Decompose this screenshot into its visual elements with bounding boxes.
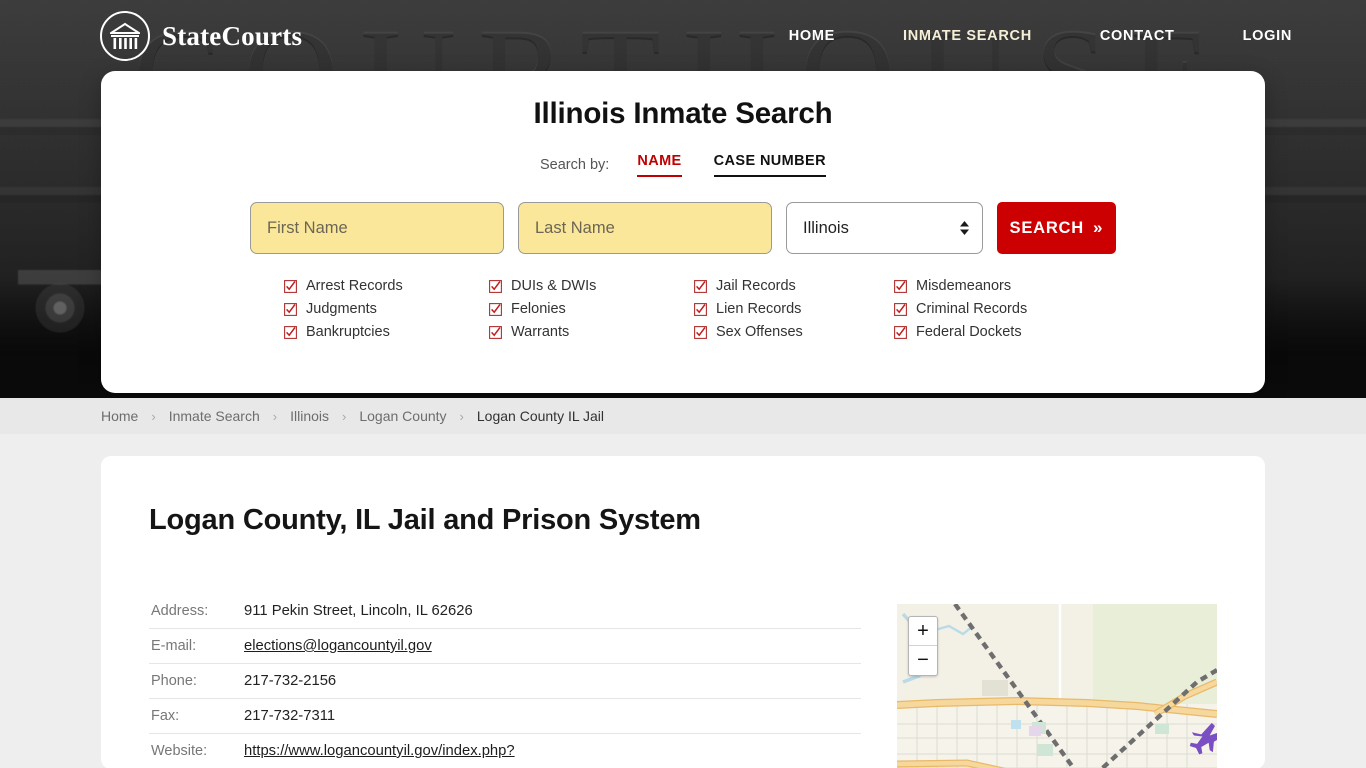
search-by-label: Search by: bbox=[540, 157, 610, 173]
checkbox-label: Criminal Records bbox=[916, 301, 1028, 317]
checkbox-item[interactable]: Jail Records bbox=[694, 278, 894, 294]
breadcrumb-separator: › bbox=[342, 408, 347, 424]
row-value-fax: 217-732-7311 bbox=[244, 708, 336, 724]
checkbox-label: Sex Offenses bbox=[716, 324, 803, 340]
table-row: Address: 911 Pekin Street, Lincoln, IL 6… bbox=[149, 594, 861, 629]
checkbox-label: DUIs & DWIs bbox=[511, 278, 597, 294]
row-value-phone: 217-732-2156 bbox=[244, 673, 337, 689]
checkbox-item[interactable]: DUIs & DWIs bbox=[489, 278, 694, 294]
last-name-input[interactable] bbox=[518, 202, 772, 254]
checkbox-item[interactable]: Criminal Records bbox=[894, 301, 1094, 317]
table-row: Fax: 217-732-7311 bbox=[149, 699, 861, 734]
state-select[interactable]: Illinois bbox=[786, 202, 983, 254]
map-zoom-controls[interactable]: + − bbox=[908, 616, 938, 676]
row-value-website: https://www.logancountyil.gov/index.php? bbox=[244, 734, 861, 768]
row-label-address: Address: bbox=[151, 603, 209, 619]
breadcrumb-separator: › bbox=[272, 408, 278, 424]
search-button[interactable]: SEARCH » bbox=[996, 202, 1116, 254]
tab-name[interactable]: NAME bbox=[637, 153, 682, 177]
row-label-phone: Phone: bbox=[151, 673, 197, 689]
checkbox-item[interactable]: Warrants bbox=[489, 324, 694, 340]
nav-item-inmate-search[interactable]: INMATE SEARCH bbox=[869, 22, 1066, 50]
column-capital-decoration bbox=[18, 270, 108, 380]
checked-box-icon bbox=[894, 279, 907, 293]
checkbox-item[interactable]: Judgments bbox=[284, 301, 489, 317]
checkbox-label: Bankruptcies bbox=[306, 324, 390, 340]
breadcrumb-item-home[interactable]: Home bbox=[101, 408, 138, 424]
checked-box-icon bbox=[894, 302, 907, 316]
row-value-email: elections@logancountyil.gov bbox=[244, 629, 861, 664]
checkbox-label: Misdemeanors bbox=[916, 278, 1012, 294]
search-card-title: Illinois Inmate Search bbox=[533, 97, 833, 130]
row-label-website: Website: bbox=[151, 743, 208, 759]
checkbox-label: Felonies bbox=[511, 301, 566, 317]
top-navigation-bar: StateCourts HOME INMATE SEARCH CONTACT L… bbox=[0, 0, 1366, 72]
checked-box-icon bbox=[489, 325, 502, 339]
brand-name: StateCourts bbox=[162, 20, 303, 51]
checkbox-item[interactable]: Sex Offenses bbox=[694, 324, 894, 340]
breadcrumb: Home › Inmate Search › Illinois › Logan … bbox=[0, 398, 1366, 434]
search-button-label: SEARCH bbox=[1009, 218, 1084, 237]
nav-item-login[interactable]: LOGIN bbox=[1209, 22, 1326, 50]
checked-box-icon bbox=[894, 325, 907, 339]
checkbox-item[interactable]: Felonies bbox=[489, 301, 694, 317]
row-value-address: 911 Pekin Street, Lincoln, IL 62626 bbox=[244, 603, 473, 619]
facility-info-table: Address: 911 Pekin Street, Lincoln, IL 6… bbox=[149, 594, 861, 768]
nav-item-contact[interactable]: CONTACT bbox=[1066, 22, 1209, 50]
checkbox-label: Warrants bbox=[511, 324, 570, 340]
checkbox-label: Arrest Records bbox=[306, 278, 403, 294]
courthouse-circle-icon bbox=[100, 11, 150, 61]
checked-box-icon bbox=[284, 302, 297, 316]
checkbox-label: Jail Records bbox=[716, 278, 796, 294]
state-select-wrapper: Illinois bbox=[786, 202, 983, 254]
checkbox-item[interactable]: Misdemeanors bbox=[894, 278, 1094, 294]
double-chevron-right-icon: » bbox=[1093, 218, 1104, 237]
checked-box-icon bbox=[284, 279, 297, 293]
table-row: E-mail: elections@logancountyil.gov bbox=[149, 629, 861, 664]
facility-detail-card: Logan County, IL Jail and Prison System … bbox=[101, 456, 1265, 768]
checkbox-label: Lien Records bbox=[716, 301, 802, 317]
tab-case-number[interactable]: CASE NUMBER bbox=[713, 153, 826, 177]
row-label-fax: Fax: bbox=[151, 708, 180, 724]
checked-box-icon bbox=[284, 325, 297, 339]
checked-box-icon bbox=[694, 325, 707, 339]
search-by-tabs: Search by: NAME CASE NUMBER bbox=[101, 153, 1265, 177]
first-name-input[interactable] bbox=[250, 202, 504, 254]
checkbox-item[interactable]: Arrest Records bbox=[284, 278, 489, 294]
checkbox-label: Judgments bbox=[306, 301, 377, 317]
record-type-checkbox-grid: Arrest Records DUIs & DWIs Jail Records … bbox=[101, 278, 1265, 340]
checkbox-label: Federal Dockets bbox=[916, 324, 1022, 340]
breadcrumb-separator: › bbox=[151, 408, 156, 424]
hero-header: COURTHOUSE StateCourts HOME INMATE SEARC… bbox=[0, 0, 1366, 398]
checkbox-item[interactable]: Federal Dockets bbox=[894, 324, 1094, 340]
breadcrumb-item-inmate-search[interactable]: Inmate Search bbox=[169, 408, 260, 424]
checked-box-icon bbox=[694, 279, 707, 293]
breadcrumb-item-logan-county[interactable]: Logan County bbox=[359, 408, 446, 424]
checked-box-icon bbox=[489, 302, 502, 316]
main-nav: HOME INMATE SEARCH CONTACT LOGIN bbox=[755, 22, 1326, 50]
row-label-email: E-mail: bbox=[151, 638, 197, 654]
breadcrumb-item-illinois[interactable]: Illinois bbox=[290, 408, 329, 424]
zoom-in-button[interactable]: + bbox=[909, 617, 937, 646]
breadcrumb-item-current: Logan County IL Jail bbox=[476, 408, 605, 424]
brand-logo-group[interactable]: StateCourts bbox=[100, 11, 302, 61]
website-link[interactable]: https://www.logancountyil.gov/index.php? bbox=[244, 743, 515, 759]
table-row: Phone: 217-732-2156 bbox=[149, 664, 861, 699]
location-map[interactable]: + − bbox=[897, 604, 1217, 768]
zoom-out-button[interactable]: − bbox=[909, 646, 937, 675]
table-row: Website: https://www.logancountyil.gov/i… bbox=[149, 734, 861, 768]
content-area: Logan County, IL Jail and Prison System … bbox=[0, 434, 1366, 768]
map-canvas bbox=[897, 604, 1217, 768]
checkbox-item[interactable]: Lien Records bbox=[694, 301, 894, 317]
search-form: Illinois SEARCH » bbox=[101, 202, 1265, 254]
page-title: Logan County, IL Jail and Prison System bbox=[149, 504, 701, 536]
checked-box-icon bbox=[694, 302, 707, 316]
inmate-search-card: Illinois Inmate Search Search by: NAME C… bbox=[101, 71, 1265, 393]
nav-item-home[interactable]: HOME bbox=[755, 22, 869, 50]
breadcrumb-separator: › bbox=[459, 408, 464, 424]
email-link[interactable]: elections@logancountyil.gov bbox=[244, 638, 432, 654]
checked-box-icon bbox=[489, 279, 502, 293]
checkbox-item[interactable]: Bankruptcies bbox=[284, 324, 489, 340]
